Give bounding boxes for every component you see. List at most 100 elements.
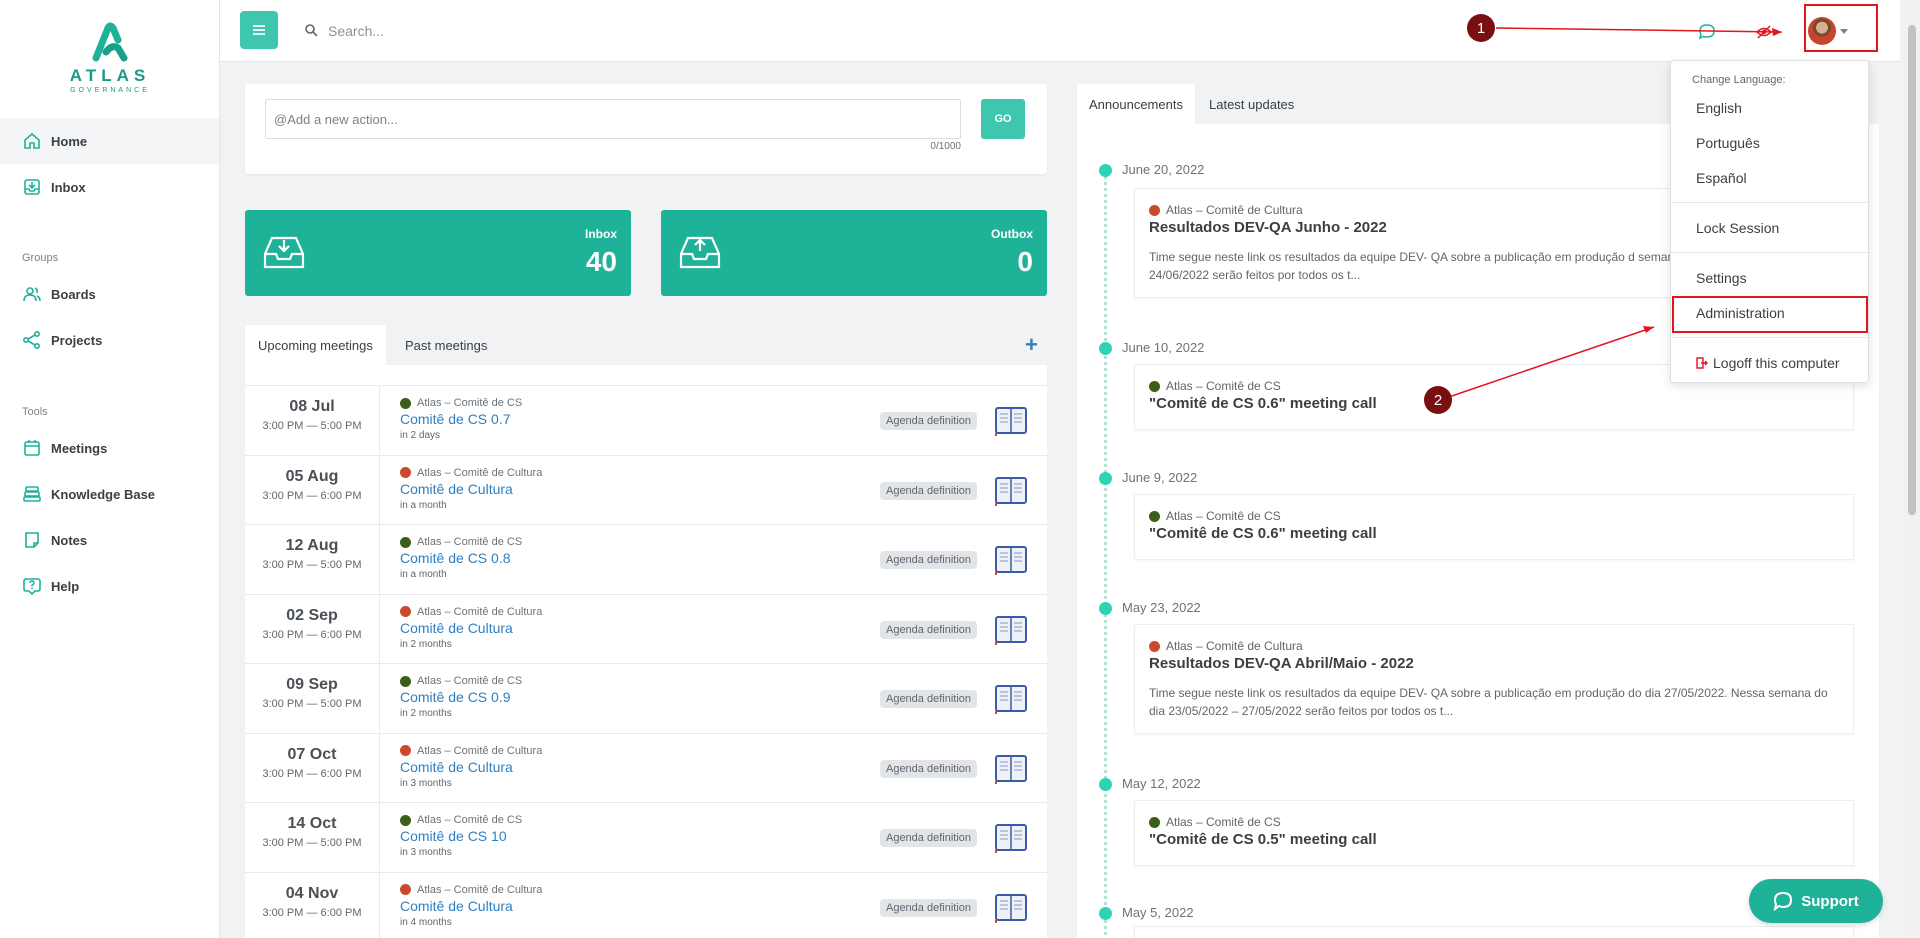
meeting-group-label: Atlas – Comitê de Cultura — [417, 744, 543, 757]
meeting-date: 07 Oct 3:00 PM — 6:00 PM — [245, 733, 380, 802]
menu-item-portugues[interactable]: Português — [1671, 128, 1868, 158]
timeline-line — [1104, 169, 1107, 938]
meeting-status-badge: Agenda definition — [879, 412, 977, 430]
announcement-title[interactable]: Resultados DEV-QA Abril/Maio - 2022 — [1149, 655, 1414, 672]
meeting-row[interactable]: 05 Aug 3:00 PM — 6:00 PM Atlas – Comitê de… — [245, 454, 1047, 524]
book-icon[interactable] — [993, 753, 1029, 785]
sidebar-item-meetings[interactable]: Meetings — [0, 425, 219, 471]
announcement-body: Time segue neste link os resultados da e… — [1149, 686, 1828, 718]
book-icon[interactable] — [993, 544, 1029, 576]
sidebar-item-notes[interactable]: Notes — [0, 517, 219, 563]
meeting-row[interactable]: 07 Oct 3:00 PM — 6:00 PM Atlas – Comitê de… — [245, 732, 1047, 802]
meeting-title-link[interactable]: Comitê de CS 0.9 — [400, 689, 511, 705]
book-icon[interactable] — [993, 475, 1029, 507]
meeting-group-label: Atlas – Comitê de Cultura — [417, 883, 543, 896]
new-action-card: 0/1000 GO — [245, 84, 1047, 174]
announcement-card[interactable]: Atlas – Comitê de CS "Comitê de CS 0.5" m… — [1134, 800, 1854, 866]
sidebar-item-help[interactable]: Help — [0, 563, 219, 609]
group-color-dot — [400, 467, 411, 478]
meeting-title-link[interactable]: Comitê de Cultura — [400, 898, 513, 914]
announcement-card[interactable]: Atlas – Comitê de CS "Comitê de CS 0.6" m… — [1134, 494, 1854, 560]
meeting-row[interactable]: 02 Sep 3:00 PM — 6:00 PM Atlas – Comitê de… — [245, 593, 1047, 663]
meeting-title-link[interactable]: Comitê de Cultura — [400, 620, 513, 636]
announcement-group: Atlas – Comitê de CS — [1149, 379, 1281, 393]
meeting-time: 3:00 PM — 6:00 PM — [262, 628, 362, 641]
announcement-title[interactable]: "Comitê de CS 0.5" meeting call — [1149, 831, 1377, 848]
meeting-day: 02 Sep — [286, 606, 338, 624]
timeline-dot — [1099, 907, 1112, 920]
sidebar-item-label: Notes — [51, 532, 88, 548]
meeting-title-link[interactable]: Comitê de CS 10 — [400, 828, 507, 844]
meeting-group: Atlas – Comitê de Cultura — [400, 606, 542, 618]
meeting-group-label: Atlas – Comitê de Cultura — [417, 605, 543, 618]
announcement-group-label: Atlas – Comitê de Cultura — [1166, 639, 1303, 653]
sidebar-item-boards[interactable]: Boards — [0, 271, 219, 317]
menu-item-lock-session[interactable]: Lock Session — [1671, 213, 1868, 243]
brand-tagline: GOVERNANCE — [70, 87, 150, 94]
meeting-status-badge: Agenda definition — [879, 690, 977, 708]
menu-item-english[interactable]: English — [1671, 93, 1868, 123]
atlas-logo[interactable]: ATLAS GOVERNANCE — [0, 22, 220, 94]
search-input[interactable] — [328, 19, 828, 43]
book-icon[interactable] — [993, 614, 1029, 646]
new-action-input[interactable] — [265, 99, 961, 139]
outbox-label: Outbox — [991, 227, 1033, 241]
announcement-group: Atlas – Comitê de Cultura — [1149, 639, 1303, 653]
add-meeting-button[interactable]: + — [1025, 334, 1038, 356]
sidebar-item-home[interactable]: Home — [0, 118, 219, 164]
announcement-group-label: Atlas – Comitê de CS — [1166, 379, 1281, 393]
support-button[interactable]: Support — [1749, 879, 1883, 923]
book-icon[interactable] — [993, 405, 1029, 437]
timeline-date: May 12, 2022 — [1122, 776, 1201, 791]
users-icon — [23, 287, 41, 302]
brand-name: ATLAS — [69, 66, 151, 85]
hamburger-icon — [253, 25, 265, 35]
user-dropdown-menu: Change Language: English Português Españ… — [1670, 60, 1869, 383]
go-button[interactable]: GO — [981, 99, 1025, 139]
meeting-title-link[interactable]: Comitê de Cultura — [400, 481, 513, 497]
eye-slash-icon[interactable] — [1755, 23, 1773, 41]
announcement-title[interactable]: "Comitê de CS 0.6" meeting call — [1149, 395, 1377, 412]
group-color-dot — [400, 745, 411, 756]
group-color-dot — [1149, 380, 1160, 392]
outbox-summary-card[interactable]: Outbox 0 — [661, 210, 1047, 296]
announcement-card[interactable]: Atlas – Comitê de Cultura Resultados DEV-… — [1134, 624, 1854, 734]
meeting-relative-time: in a month — [400, 569, 447, 580]
chat-icon[interactable] — [1698, 23, 1716, 41]
tools-section-title: Tools — [22, 406, 48, 418]
share-icon — [22, 330, 41, 350]
meeting-day: 05 Aug — [285, 467, 339, 485]
meeting-status-badge: Agenda definition — [879, 759, 977, 778]
menu-item-espanol[interactable]: Español — [1671, 163, 1868, 193]
sidebar-item-inbox[interactable]: Inbox — [0, 164, 219, 210]
tab-latest-updates[interactable]: Latest updates — [1197, 84, 1306, 124]
tab-past-meetings[interactable]: Past meetings — [392, 325, 500, 365]
page-scrollbar[interactable] — [1904, 0, 1920, 938]
meeting-title-link[interactable]: Comitê de CS 0.7 — [400, 411, 511, 427]
book-icon[interactable] — [993, 822, 1029, 854]
menu-item-logoff[interactable]: Logoff this computer — [1671, 348, 1868, 378]
sidebar-item-projects[interactable]: Projects — [0, 317, 219, 363]
meeting-date: 05 Aug 3:00 PM — 6:00 PM — [245, 455, 380, 524]
meeting-title-link[interactable]: Comitê de Cultura — [400, 759, 513, 775]
announcement-card[interactable] — [1134, 926, 1854, 938]
tab-announcements[interactable]: Announcements — [1077, 84, 1195, 124]
meeting-row[interactable]: 14 Oct 3:00 PM — 5:00 PM Atlas – Comitê de… — [245, 802, 1047, 871]
meeting-title-link[interactable]: Comitê de CS 0.8 — [400, 550, 511, 566]
menu-toggle-button[interactable] — [240, 11, 278, 49]
atlas-logo-icon — [92, 22, 128, 62]
meeting-row[interactable]: 08 Jul 3:00 PM — 5:00 PM Atlas – Comitê de… — [245, 385, 1047, 454]
tab-upcoming-meetings[interactable]: Upcoming meetings — [245, 325, 386, 365]
meeting-row[interactable]: 04 Nov 3:00 PM — 6:00 PM Atlas – Comitê de… — [245, 871, 1047, 938]
meeting-time: 3:00 PM — 6:00 PM — [262, 767, 362, 780]
inbox-summary-card[interactable]: Inbox 40 — [245, 210, 631, 296]
announcement-title[interactable]: Resultados DEV-QA Junho - 2022 — [1149, 219, 1387, 236]
announcement-title[interactable]: "Comitê de CS 0.6" meeting call — [1149, 525, 1377, 542]
meeting-row[interactable]: 12 Aug 3:00 PM — 5:00 PM Atlas – Comitê de… — [245, 524, 1047, 593]
scrollbar-thumb[interactable] — [1908, 25, 1916, 515]
book-icon[interactable] — [993, 892, 1029, 924]
book-icon[interactable] — [993, 683, 1029, 715]
sidebar-item-knowledge-base[interactable]: Knowledge Base — [0, 471, 219, 517]
menu-item-settings[interactable]: Settings — [1671, 263, 1868, 293]
meeting-row[interactable]: 09 Sep 3:00 PM — 5:00 PM Atlas – Comitê de… — [245, 663, 1047, 732]
